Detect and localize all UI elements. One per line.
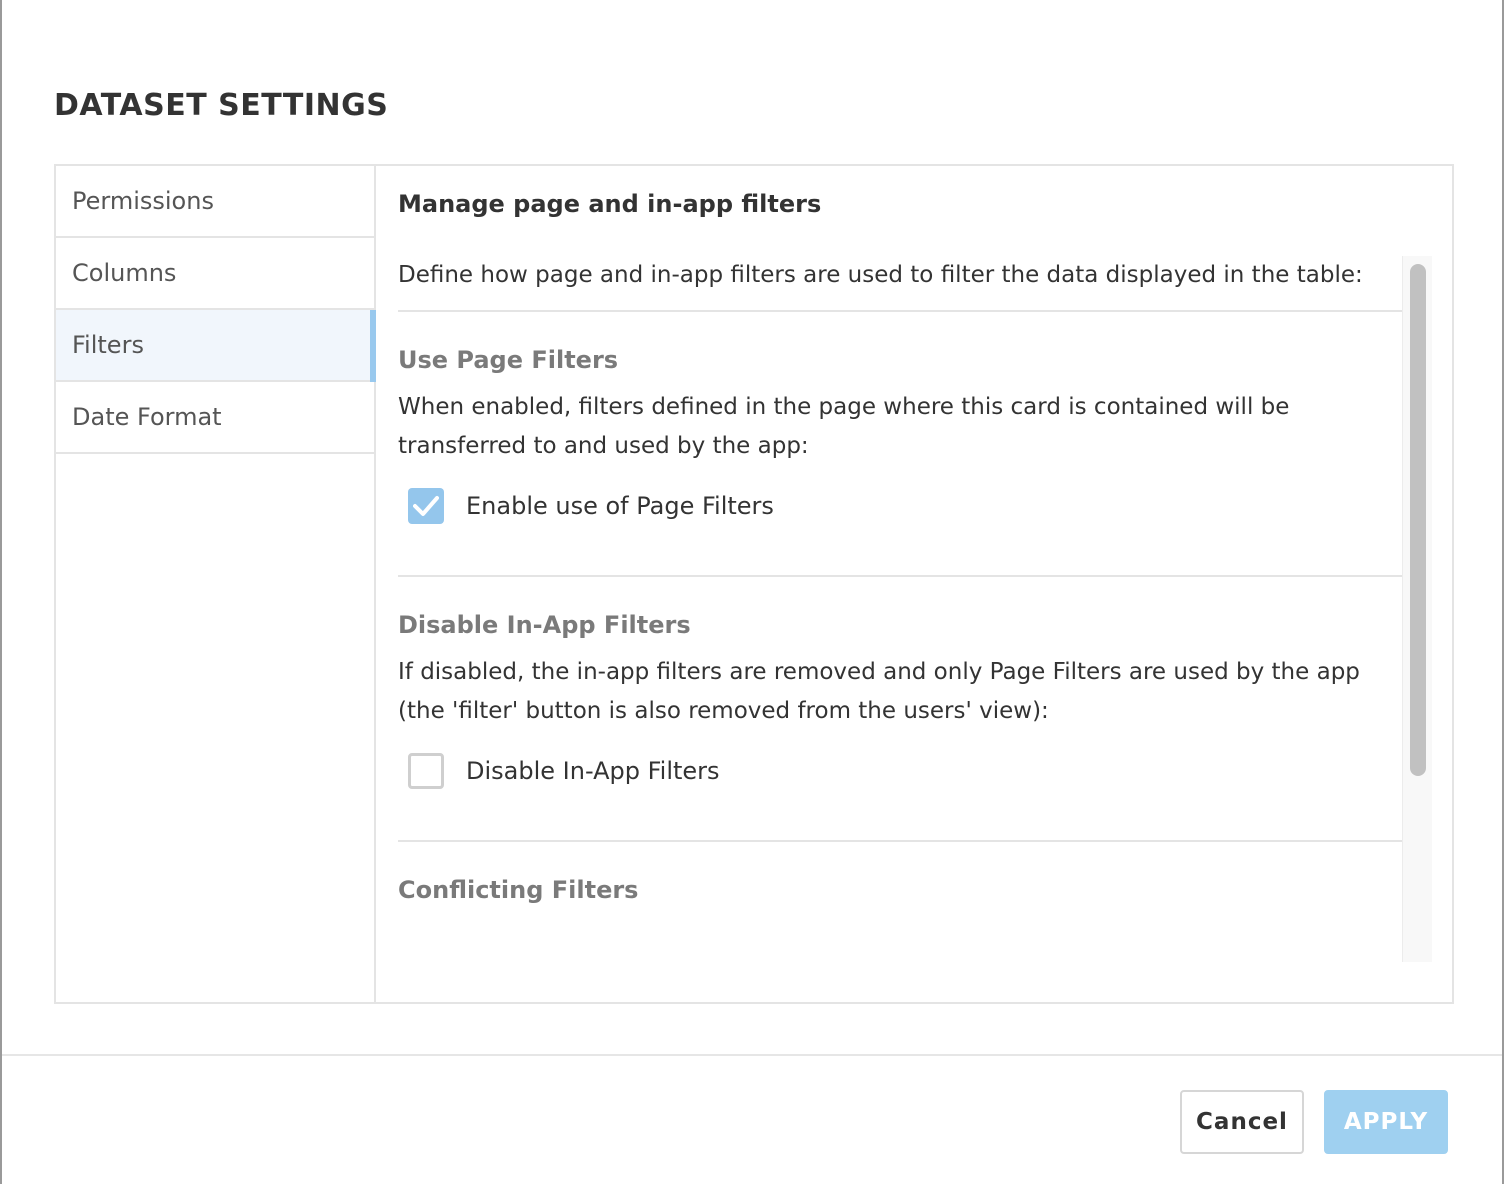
sidebar-item-columns[interactable]: Columns: [56, 238, 374, 310]
checkbox-label: Enable use of Page Filters: [466, 492, 774, 520]
enable-page-filters-row: Enable use of Page Filters: [408, 486, 1402, 526]
cancel-button[interactable]: Cancel: [1180, 1090, 1304, 1154]
checkbox-label: Disable In-App Filters: [466, 757, 720, 785]
description-line: (the 'filter' button is also removed fro…: [398, 698, 1049, 724]
settings-panel: Permissions Columns Filters Date Format …: [54, 164, 1454, 1004]
section-divider: [398, 310, 1404, 312]
disable-in-app-filters-row: Disable In-App Filters: [408, 751, 1402, 791]
footer-divider: [2, 1054, 1502, 1056]
disable-in-app-filters-checkbox[interactable]: [408, 753, 444, 789]
filters-scroll-area[interactable]: Define how page and in-app filters are u…: [398, 256, 1432, 962]
sidebar-item-label: Columns: [72, 259, 177, 287]
description-line: When enabled, filters defined in the pag…: [398, 394, 1290, 420]
content-heading: Manage page and in-app filters: [398, 190, 822, 218]
enable-page-filters-checkbox[interactable]: [408, 488, 444, 524]
settings-sidebar: Permissions Columns Filters Date Format: [56, 166, 376, 1002]
scrollbar-thumb[interactable]: [1410, 264, 1426, 776]
sidebar-item-label: Permissions: [72, 187, 214, 215]
sidebar-item-label: Filters: [72, 331, 144, 359]
filters-content: Manage page and in-app filters Define ho…: [376, 166, 1452, 1002]
modal-title: DATASET SETTINGS: [54, 88, 389, 123]
section-title-conflicting-filters: Conflicting Filters: [398, 876, 639, 904]
sidebar-item-date-format[interactable]: Date Format: [56, 382, 374, 454]
apply-button[interactable]: APPLY: [1324, 1090, 1448, 1154]
description-line: transferred to and used by the app:: [398, 433, 809, 459]
section-description: If disabled, the in-app filters are remo…: [398, 653, 1402, 731]
dataset-settings-modal: DATASET SETTINGS Permissions Columns Fil…: [0, 0, 1504, 1184]
scrollbar-track[interactable]: [1402, 256, 1432, 962]
sidebar-item-filters[interactable]: Filters: [56, 310, 376, 382]
section-title-disable-in-app-filters: Disable In-App Filters: [398, 611, 691, 639]
sidebar-item-label: Date Format: [72, 403, 222, 431]
checkmark-icon: [413, 496, 439, 516]
section-description: When enabled, filters defined in the pag…: [398, 388, 1402, 466]
intro-text: Define how page and in-app filters are u…: [398, 262, 1363, 288]
section-divider: [398, 840, 1404, 842]
section-title-use-page-filters: Use Page Filters: [398, 346, 619, 374]
section-divider: [398, 575, 1404, 577]
sidebar-item-permissions[interactable]: Permissions: [56, 166, 374, 238]
description-line: If disabled, the in-app filters are remo…: [398, 659, 1360, 685]
filters-scroll-content: Define how page and in-app filters are u…: [398, 256, 1404, 904]
